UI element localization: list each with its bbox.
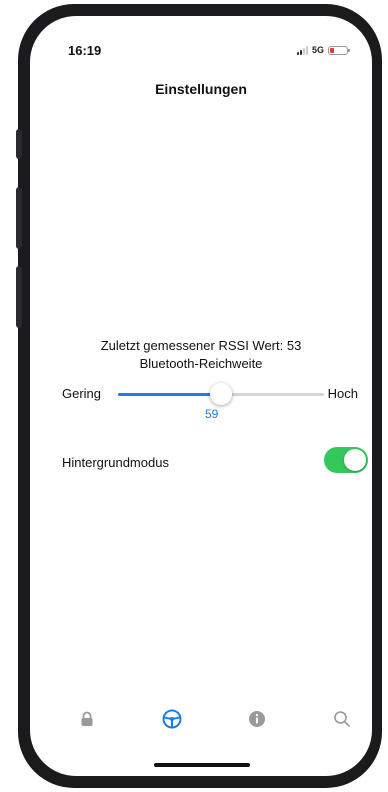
screen: 16:19 5G Einstellungen Zuletzt gemessene… — [30, 16, 372, 776]
tab-info[interactable] — [242, 704, 272, 734]
slider-max-label: Hoch — [327, 386, 358, 401]
page-title: Einstellungen — [155, 81, 247, 97]
search-icon — [334, 711, 350, 727]
slider-min-label: Gering — [62, 386, 102, 401]
status-indicators: 5G — [296, 45, 350, 55]
tab-drive[interactable] — [157, 704, 187, 734]
status-time: 16:19 — [68, 43, 102, 58]
tab-search[interactable] — [327, 704, 357, 734]
rssi-value-text: Zuletzt gemessener RSSI Wert: 53 — [100, 338, 302, 353]
background-mode-label: Hintergrundmodus — [62, 455, 169, 470]
slider-thumb[interactable] — [210, 383, 232, 405]
tab-lock[interactable] — [72, 704, 102, 734]
side-button-volume-up — [16, 187, 22, 249]
slider-value: 59 — [205, 407, 219, 421]
status-bar: 16:19 5G — [30, 43, 372, 63]
network-label: 5G — [311, 45, 324, 55]
lock-icon — [81, 711, 93, 726]
side-button-mute — [16, 129, 22, 159]
range-slider[interactable] — [118, 383, 324, 405]
signal-icon — [296, 45, 308, 55]
slider-fill — [118, 393, 221, 396]
toggle-knob — [344, 449, 366, 471]
side-button-volume-down — [16, 266, 22, 328]
battery-icon — [328, 45, 350, 55]
info-icon — [249, 711, 265, 727]
range-label: Bluetooth-Reichweite — [139, 356, 263, 371]
tab-bar — [30, 704, 372, 734]
steering-wheel-icon — [162, 709, 182, 729]
background-mode-toggle[interactable] — [324, 447, 368, 473]
home-indicator — [154, 763, 250, 767]
range-slider-row: Gering Hoch — [30, 383, 372, 416]
